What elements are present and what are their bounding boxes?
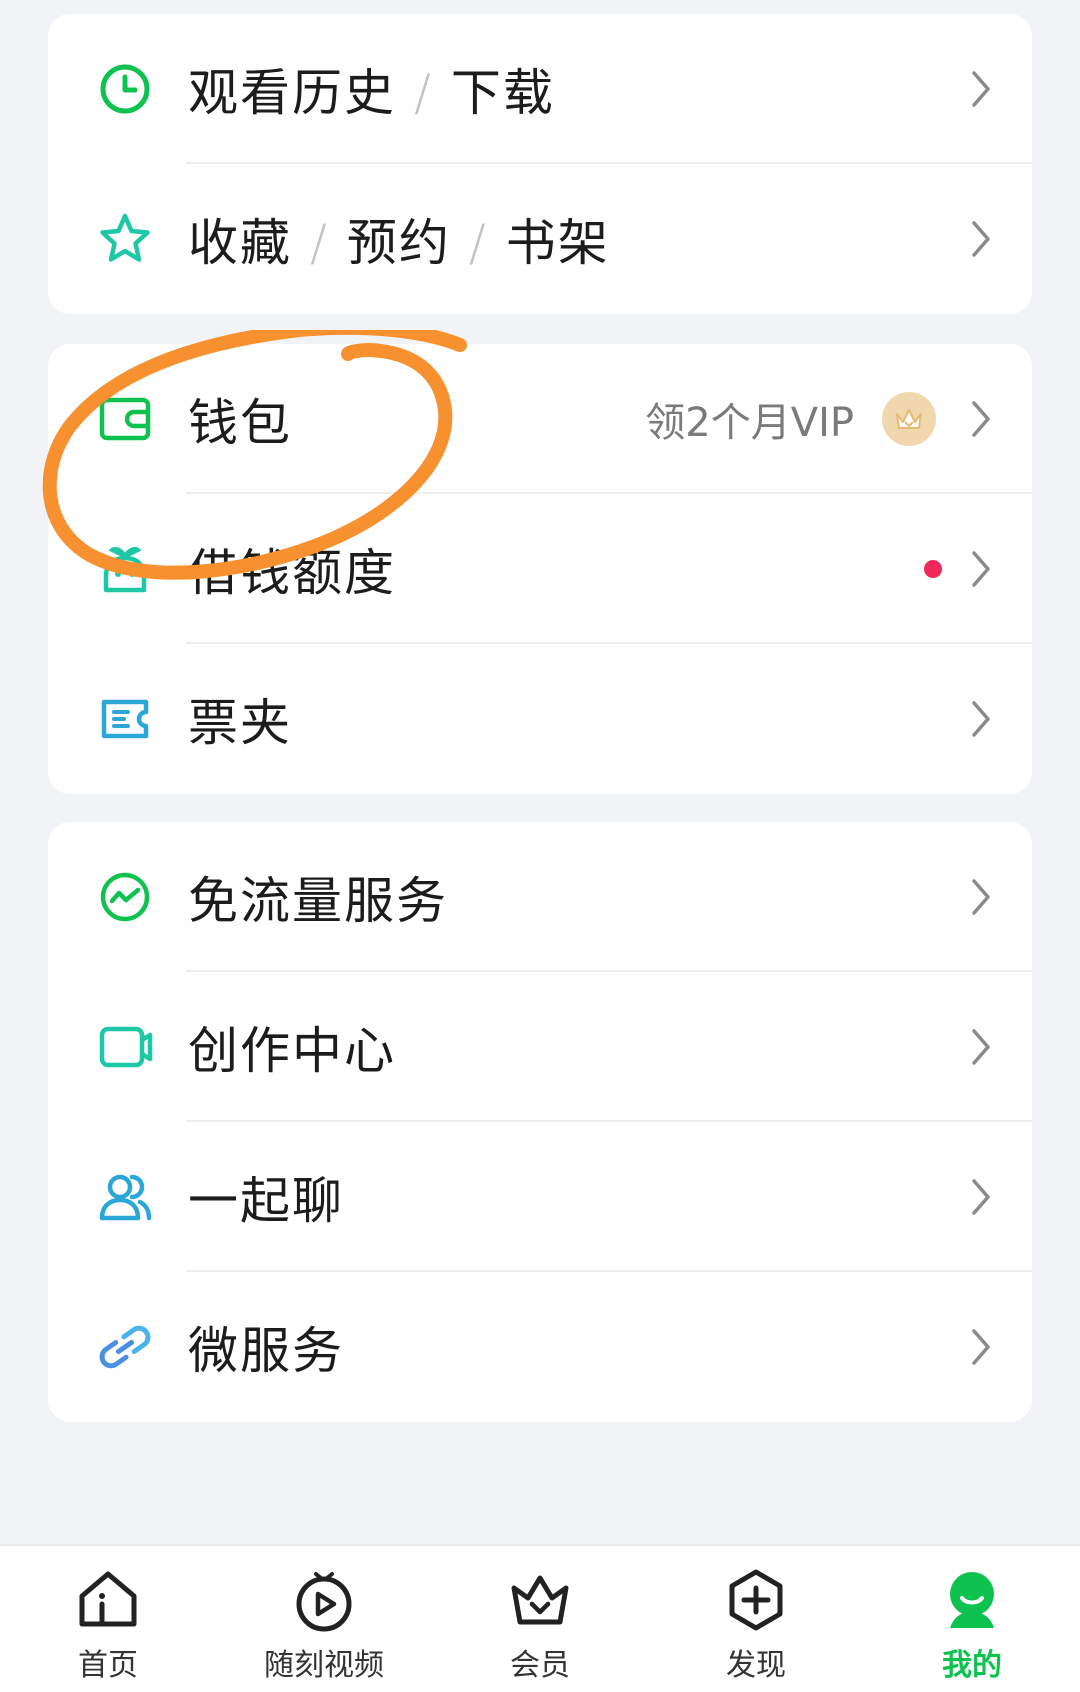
- separator: /: [414, 64, 433, 122]
- separator: /: [468, 214, 488, 272]
- chevron-right-icon: [970, 399, 992, 439]
- tab-membership[interactable]: 会员: [432, 1564, 648, 1684]
- ticket-icon: [94, 688, 156, 750]
- chevron-right-icon: [970, 877, 992, 917]
- bookshelf-link[interactable]: 书架: [506, 214, 610, 272]
- favorites-link[interactable]: 收藏: [188, 214, 292, 272]
- reserve-link[interactable]: 预约: [347, 214, 451, 272]
- row-history-download[interactable]: 观看历史 / 下载: [48, 14, 1032, 164]
- row-loan-credit[interactable]: 借钱额度: [48, 494, 1032, 644]
- home-icon: [79, 1571, 137, 1627]
- card-history-favorites: 观看历史 / 下载 收藏 / 预约 / 书架: [48, 14, 1032, 314]
- row-ticket-folder[interactable]: 票夹: [48, 644, 1032, 794]
- tab-discover[interactable]: 发现: [648, 1564, 864, 1684]
- star-icon: [94, 208, 156, 270]
- chevron-right-icon: [970, 1327, 992, 1367]
- tab-label: 随刻视频: [264, 1648, 384, 1683]
- history-link[interactable]: 观看历史: [188, 64, 396, 122]
- chevron-right-icon: [970, 699, 992, 739]
- clock-icon: [94, 58, 156, 120]
- card-services: 免流量服务 创作中心 一起聊 微服务: [48, 822, 1032, 1422]
- tab-label: 发现: [726, 1648, 786, 1683]
- card-wallet-finance: 钱包 领2个月VIP 借钱额度 票夹: [48, 344, 1032, 794]
- wallet-icon: [94, 388, 156, 450]
- tab-label: 我的: [942, 1648, 1002, 1683]
- creator-center-label: 创作中心: [188, 1022, 396, 1080]
- ticket-folder-label: 票夹: [188, 694, 292, 752]
- wallet-label: 钱包: [188, 394, 292, 452]
- vip-crown-icon: [882, 392, 936, 446]
- vip-promo-text[interactable]: 领2个月VIP: [645, 390, 854, 448]
- data-flow-icon: [94, 866, 156, 928]
- row-chat-together[interactable]: 一起聊: [48, 1122, 1032, 1272]
- chevron-right-icon: [970, 219, 992, 259]
- play-circle-icon: [296, 1572, 352, 1632]
- plus-hexagon-icon: [729, 1569, 783, 1631]
- link-icon: [94, 1316, 156, 1378]
- chat-together-label: 一起聊: [188, 1172, 344, 1230]
- money-pot-icon: [94, 538, 156, 600]
- row-data-free-service[interactable]: 免流量服务: [48, 822, 1032, 972]
- bottom-tab-bar: 首页 随刻视频 会员 发现 我的: [0, 1544, 1080, 1692]
- people-icon: [94, 1166, 156, 1228]
- chevron-right-icon: [970, 1177, 992, 1217]
- row-favorites-reserve-bookshelf[interactable]: 收藏 / 预约 / 书架: [48, 164, 1032, 314]
- chevron-right-icon: [970, 549, 992, 589]
- download-link[interactable]: 下载: [451, 64, 555, 122]
- loan-credit-label: 借钱额度: [188, 544, 396, 602]
- notification-dot: [924, 560, 942, 578]
- video-camera-icon: [94, 1016, 156, 1078]
- chevron-right-icon: [970, 69, 992, 109]
- profile-icon: [950, 1572, 994, 1628]
- crown-basket-icon: [511, 1575, 569, 1625]
- chevron-right-icon: [970, 1027, 992, 1067]
- row-creator-center[interactable]: 创作中心: [48, 972, 1032, 1122]
- tab-label: 会员: [510, 1648, 570, 1683]
- tab-mine[interactable]: 我的: [864, 1564, 1080, 1684]
- row-micro-services[interactable]: 微服务: [48, 1272, 1032, 1422]
- data-free-label: 免流量服务: [188, 872, 448, 930]
- separator: /: [310, 214, 329, 272]
- tab-short-video[interactable]: 随刻视频: [216, 1564, 432, 1684]
- favorites-label: 收藏 / 预约 / 书架: [188, 203, 610, 275]
- row-wallet[interactable]: 钱包 领2个月VIP: [48, 344, 1032, 494]
- tab-home[interactable]: 首页: [0, 1564, 216, 1684]
- micro-services-label: 微服务: [188, 1322, 344, 1380]
- history-download-label: 观看历史 / 下载: [188, 53, 555, 125]
- tab-label: 首页: [78, 1648, 138, 1683]
